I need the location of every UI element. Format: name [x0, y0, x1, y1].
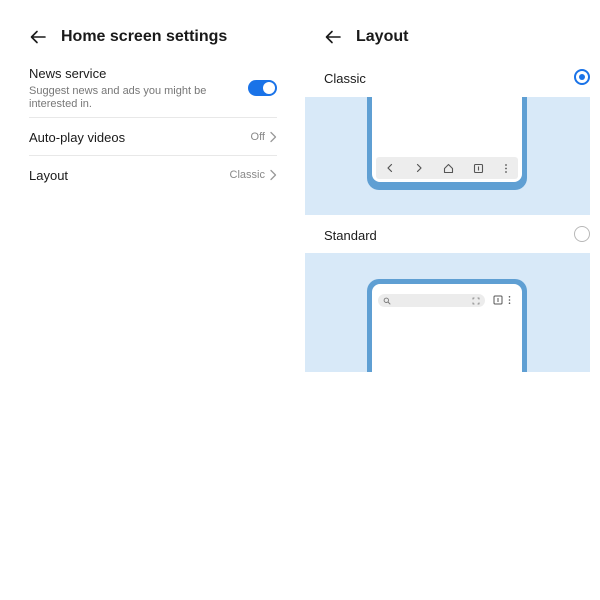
back-button[interactable] — [320, 24, 346, 50]
layout-row[interactable]: Layout Classic — [29, 165, 277, 185]
home-icon — [443, 163, 454, 173]
forward-icon — [417, 163, 422, 173]
layout-title: Layout — [29, 167, 69, 183]
phone-screen — [372, 97, 522, 182]
classic-bottom-toolbar — [376, 157, 518, 179]
header: Home screen settings — [0, 22, 300, 52]
news-service-row[interactable]: News service Suggest news and ads you mi… — [29, 66, 277, 112]
tabs-icon — [473, 163, 483, 173]
classic-option-label[interactable]: Classic — [324, 71, 366, 86]
phone-screen — [372, 284, 522, 372]
autoplay-videos-value-group: Off — [251, 131, 277, 143]
standard-option-label[interactable]: Standard — [324, 228, 377, 243]
layout-value: Classic — [229, 169, 265, 181]
more-icon — [508, 296, 511, 304]
back-arrow-icon — [325, 30, 341, 44]
autoplay-videos-title: Auto-play videos — [29, 129, 126, 145]
standard-preview[interactable] — [305, 253, 590, 372]
layout-value-group: Classic — [230, 169, 277, 181]
standard-radio[interactable] — [574, 226, 590, 242]
news-service-toggle[interactable] — [248, 80, 277, 96]
toggle-knob — [263, 82, 275, 94]
classic-preview[interactable] — [305, 97, 590, 215]
news-service-subtitle: Suggest news and ads you might be intere… — [29, 85, 207, 110]
autoplay-videos-value: Off — [250, 131, 265, 143]
header: Layout — [300, 22, 600, 52]
news-service-title: News service — [29, 66, 107, 81]
back-button[interactable] — [25, 24, 51, 50]
home-screen-settings-panel: Home screen settings News service Sugges… — [0, 0, 300, 600]
layout-panel: Layout Classic Standard — [300, 0, 600, 600]
divider — [29, 117, 277, 118]
more-icon — [504, 163, 507, 173]
phone-frame — [367, 279, 527, 372]
search-icon — [383, 297, 391, 304]
chevron-right-icon — [270, 131, 277, 143]
phone-frame — [367, 97, 527, 190]
classic-radio[interactable] — [574, 69, 590, 85]
back-arrow-icon — [30, 30, 46, 44]
autoplay-videos-row[interactable]: Auto-play videos Off — [29, 127, 277, 147]
address-bar — [378, 294, 485, 307]
divider — [29, 155, 277, 156]
scan-icon — [472, 297, 480, 304]
back-icon — [387, 163, 393, 173]
page-title: Home screen settings — [61, 28, 228, 45]
chevron-right-icon — [270, 169, 277, 181]
tabs-icon — [493, 295, 503, 305]
page-title: Layout — [356, 28, 409, 45]
